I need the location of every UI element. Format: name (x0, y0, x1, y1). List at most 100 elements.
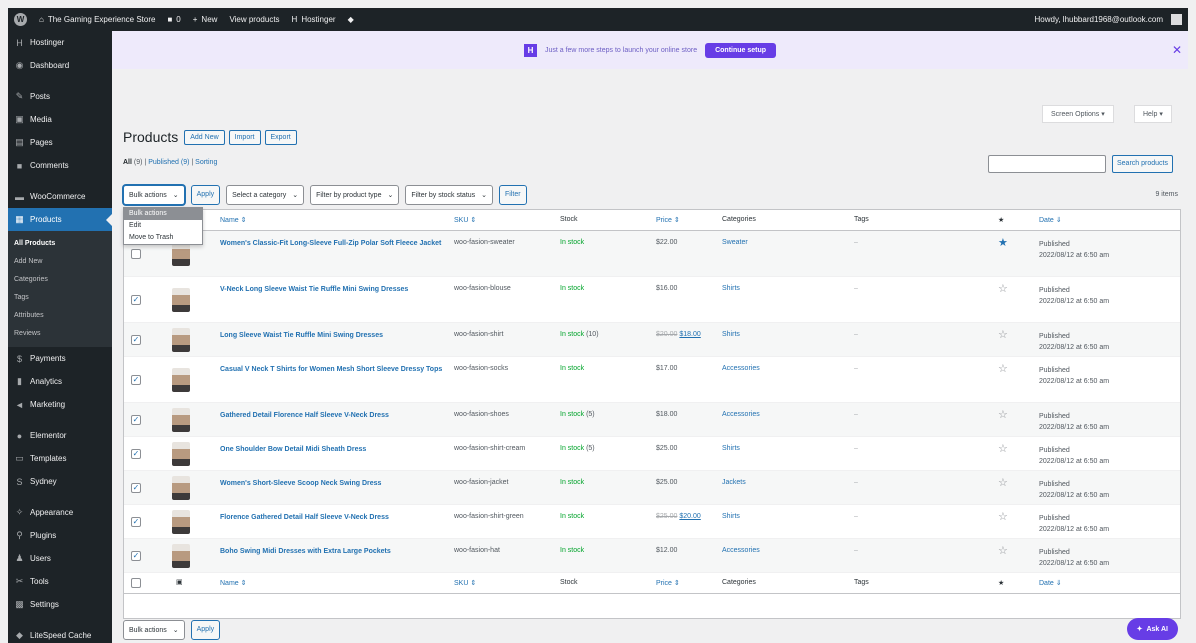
comments-link[interactable]: ■ 0 (161, 8, 186, 31)
account-menu[interactable]: Howdy, lhubbard1968@outlook.com (1029, 8, 1189, 31)
view-all[interactable]: All (123, 159, 132, 166)
row-checkbox[interactable]: ✓ (131, 483, 141, 493)
close-icon[interactable]: ✕ (1172, 43, 1182, 57)
select-all-checkbox[interactable] (131, 578, 141, 588)
table-row[interactable]: Women's Classic-Fit Long-Sleeve Full-Zip… (124, 231, 1180, 277)
row-checkbox[interactable]: ✓ (131, 551, 141, 561)
row-checkbox[interactable]: ✓ (131, 375, 141, 385)
table-row[interactable]: ✓ Boho Swing Midi Dresses with Extra Larg… (124, 539, 1180, 573)
column-sku[interactable]: SKU ⇕ (454, 579, 476, 587)
product-name-link[interactable]: Boho Swing Midi Dresses with Extra Large… (220, 547, 444, 557)
ask-ai-button[interactable]: ✦ Ask AI (1126, 618, 1178, 640)
unfeatured-star-icon[interactable]: ☆ (998, 544, 1008, 557)
unfeatured-star-icon[interactable]: ☆ (998, 408, 1008, 421)
dropdown-option-move-to-trash[interactable]: Move to Trash (124, 232, 202, 244)
diamond-link[interactable]: ◆ (342, 8, 360, 31)
column-date[interactable]: Date ⇓ (1039, 579, 1062, 587)
category-link[interactable]: Shirts (722, 513, 740, 520)
submenu-item-all-products[interactable]: All Products (8, 235, 112, 253)
help-button[interactable]: Help ▾ (1134, 105, 1172, 123)
dropdown-option-edit[interactable]: Edit (124, 220, 202, 232)
sidebar-item-hostinger[interactable]: H Hostinger (8, 31, 112, 54)
table-row[interactable]: ✓ V-Neck Long Sleeve Waist Tie Ruffle Min… (124, 277, 1180, 323)
view-sorting[interactable]: Sorting (195, 159, 217, 166)
submenu-item-reviews[interactable]: Reviews (8, 325, 112, 343)
column-date[interactable]: Date ⇓ (1039, 216, 1062, 224)
unfeatured-star-icon[interactable]: ☆ (998, 282, 1008, 295)
product-name-link[interactable]: Long Sleeve Waist Tie Ruffle Mini Swing … (220, 331, 444, 341)
new-content-link[interactable]: + New (187, 8, 224, 31)
product-name-link[interactable]: One Shoulder Bow Detail Midi Sheath Dres… (220, 445, 444, 455)
site-name-link[interactable]: ⌂ The Gaming Experience Store (33, 8, 161, 31)
sidebar-item-users[interactable]: ♟ Users (8, 547, 112, 570)
import-button[interactable]: Import (228, 129, 261, 145)
sidebar-item-sydney[interactable]: S Sydney (8, 470, 112, 493)
unfeatured-star-icon[interactable]: ☆ (998, 362, 1008, 375)
sidebar-item-posts[interactable]: ✎ Posts (8, 85, 112, 108)
sidebar-item-comments[interactable]: ■ Comments (8, 154, 112, 177)
table-row[interactable]: ✓ Florence Gathered Detail Half Sleeve V-… (124, 505, 1180, 539)
sidebar-item-tools[interactable]: ✂ Tools (8, 570, 112, 593)
product-name-link[interactable]: Women's Classic-Fit Long-Sleeve Full-Zip… (220, 239, 444, 249)
sidebar-item-settings[interactable]: ▩ Settings (8, 593, 112, 616)
submenu-item-tags[interactable]: Tags (8, 289, 112, 307)
row-checkbox[interactable]: ✓ (131, 415, 141, 425)
table-row[interactable]: ✓ Women's Short-Sleeve Scoop Neck Swing D… (124, 471, 1180, 505)
sidebar-item-elementor[interactable]: ● Elementor (8, 424, 112, 447)
category-link[interactable]: Shirts (722, 445, 740, 452)
sidebar-item-pages[interactable]: ▤ Pages (8, 131, 112, 154)
category-link[interactable]: Accessories (722, 547, 760, 554)
category-link[interactable]: Shirts (722, 331, 740, 338)
product-name-link[interactable]: Florence Gathered Detail Half Sleeve V-N… (220, 513, 444, 523)
submenu-item-add-new[interactable]: Add New (8, 253, 112, 271)
row-checkbox[interactable]: ✓ (131, 449, 141, 459)
table-row[interactable]: ✓ One Shoulder Bow Detail Midi Sheath Dre… (124, 437, 1180, 471)
bottom-apply-button[interactable]: Apply (190, 620, 221, 640)
sidebar-item-media[interactable]: ▣ Media (8, 108, 112, 131)
featured-star-icon[interactable]: ★ (998, 236, 1008, 249)
sidebar-item-appearance[interactable]: ✧ Appearance (8, 501, 112, 524)
sidebar-item-marketing[interactable]: ◄ Marketing (8, 393, 112, 416)
view-products-link[interactable]: View products (223, 8, 285, 31)
add-new-button[interactable]: Add New (184, 129, 225, 145)
table-row[interactable]: ✓ Long Sleeve Waist Tie Ruffle Mini Swing… (124, 323, 1180, 357)
category-select[interactable]: Select a category ⌄ (226, 185, 305, 205)
table-row[interactable]: ✓ Gathered Detail Florence Half Sleeve V-… (124, 403, 1180, 437)
row-checkbox[interactable] (131, 249, 141, 259)
category-link[interactable]: Accessories (722, 411, 760, 418)
submenu-item-categories[interactable]: Categories (8, 271, 112, 289)
search-input[interactable] (988, 155, 1106, 173)
filter-button[interactable]: Filter (499, 185, 527, 205)
row-checkbox[interactable]: ✓ (131, 335, 141, 345)
row-checkbox[interactable]: ✓ (131, 295, 141, 305)
hostinger-link[interactable]: H Hostinger (286, 8, 342, 31)
sidebar-item-litespeed-cache[interactable]: ◆ LiteSpeed Cache (8, 624, 112, 643)
category-link[interactable]: Accessories (722, 365, 760, 372)
sidebar-item-woocommerce[interactable]: ▬ WooCommerce (8, 185, 112, 208)
bulk-actions-select[interactable]: Bulk actions ⌄ (123, 185, 185, 205)
unfeatured-star-icon[interactable]: ☆ (998, 442, 1008, 455)
product-name-link[interactable]: Casual V Neck T Shirts for Women Mesh Sh… (220, 365, 444, 375)
unfeatured-star-icon[interactable]: ☆ (998, 328, 1008, 341)
unfeatured-star-icon[interactable]: ☆ (998, 510, 1008, 523)
export-button[interactable]: Export (264, 129, 297, 145)
unfeatured-star-icon[interactable]: ☆ (998, 476, 1008, 489)
row-checkbox[interactable]: ✓ (131, 517, 141, 527)
column-name[interactable]: Name ⇕ (220, 216, 246, 224)
sidebar-item-analytics[interactable]: ▮ Analytics (8, 370, 112, 393)
column-name[interactable]: Name ⇕ (220, 579, 246, 587)
continue-setup-button[interactable]: Continue setup (705, 42, 777, 58)
sidebar-item-templates[interactable]: ▭ Templates (8, 447, 112, 470)
table-row[interactable]: ✓ Casual V Neck T Shirts for Women Mesh S… (124, 357, 1180, 403)
product-type-select[interactable]: Filter by product type ⌄ (310, 185, 400, 205)
submenu-item-attributes[interactable]: Attributes (8, 307, 112, 325)
category-link[interactable]: Jackets (722, 479, 746, 486)
apply-button[interactable]: Apply (190, 185, 221, 205)
sidebar-item-payments[interactable]: $ Payments (8, 347, 112, 370)
dropdown-option-bulk-actions[interactable]: Bulk actions (124, 208, 202, 220)
sidebar-item-products[interactable]: ▦ Products (8, 208, 112, 231)
product-name-link[interactable]: V-Neck Long Sleeve Waist Tie Ruffle Mini… (220, 285, 444, 295)
category-link[interactable]: Shirts (722, 285, 740, 292)
category-link[interactable]: Sweater (722, 239, 748, 246)
wordpress-logo-button[interactable]: W (8, 8, 33, 31)
